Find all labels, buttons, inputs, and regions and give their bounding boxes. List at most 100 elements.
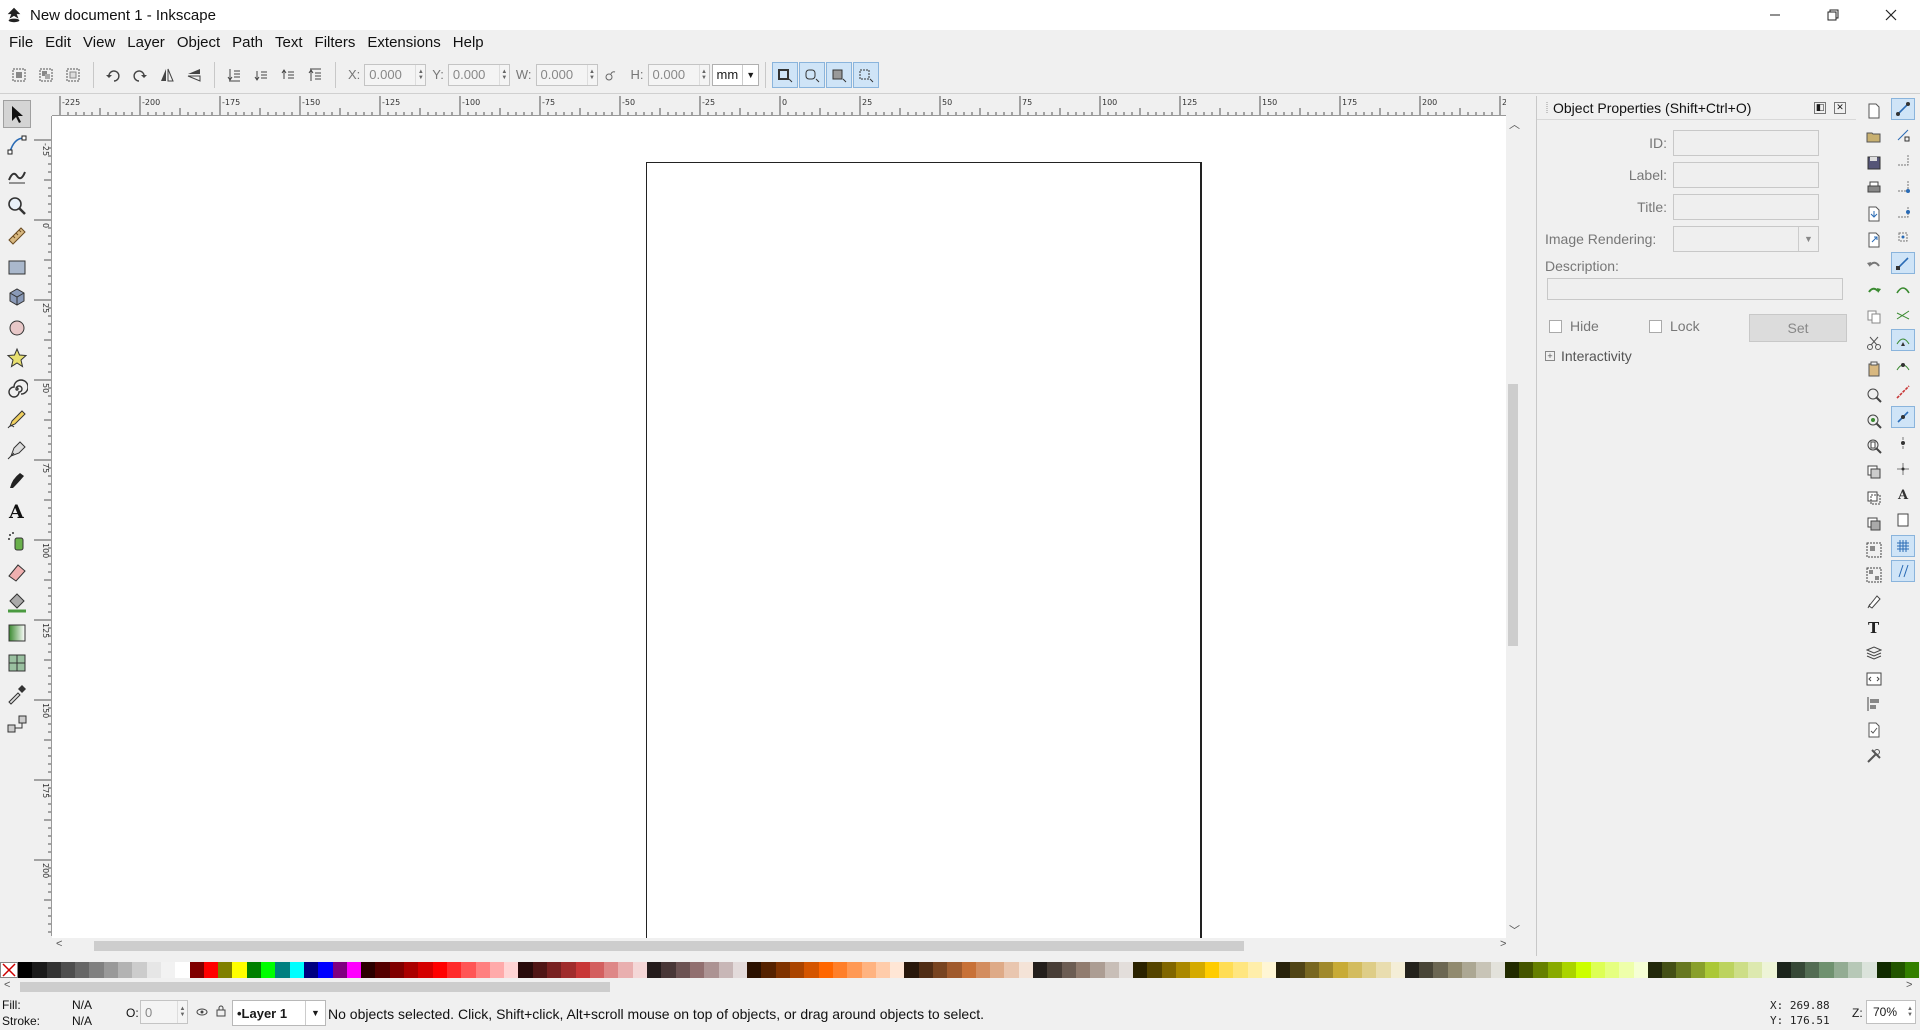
color-swatch[interactable] [975, 962, 991, 978]
scroll-down-icon[interactable]: ﹀ [1509, 922, 1520, 938]
snap-object-center-button[interactable] [1891, 432, 1915, 454]
color-swatch[interactable] [146, 962, 161, 978]
color-swatch[interactable] [718, 962, 733, 978]
scroll-right-icon[interactable]: > [1500, 938, 1506, 950]
color-swatch[interactable] [275, 962, 290, 978]
snap-bbox-center-button[interactable] [1891, 226, 1915, 248]
scale-patterns-toggle[interactable] [853, 61, 880, 88]
interactivity-expander[interactable]: + Interactivity [1545, 348, 1632, 364]
snap-grids-button[interactable] [1891, 534, 1915, 557]
y-stepper[interactable]: ▲▼ [447, 63, 510, 86]
color-swatch[interactable] [361, 962, 376, 978]
menu-filters[interactable]: Filters [310, 32, 361, 53]
color-swatch[interactable] [175, 962, 190, 978]
snap-others-button[interactable] [1891, 406, 1915, 429]
menu-object[interactable]: Object [172, 32, 225, 53]
redo-button[interactable] [1863, 281, 1885, 303]
menu-path[interactable]: Path [227, 32, 268, 53]
undo-button[interactable] [1863, 255, 1885, 277]
snap-nodes-button[interactable] [1891, 252, 1915, 275]
color-swatch[interactable] [1519, 962, 1534, 978]
no-paint-swatch[interactable] [0, 962, 18, 978]
color-swatch[interactable] [890, 962, 905, 978]
menu-help[interactable]: Help [448, 32, 489, 53]
menu-text[interactable]: Text [270, 32, 308, 53]
color-swatch[interactable] [632, 962, 648, 978]
color-swatch[interactable] [1676, 962, 1691, 978]
color-swatch[interactable] [1476, 962, 1491, 978]
horizontal-ruler[interactable]: -225 -200 -175 -150 -125 -100 -75 -50 -25 0 25 50 75… [52, 96, 1506, 116]
color-swatch[interactable] [1562, 962, 1577, 978]
lower-to-bottom-button[interactable] [221, 62, 247, 88]
color-swatch[interactable] [1876, 962, 1891, 978]
color-swatch[interactable] [346, 962, 362, 978]
color-swatch[interactable] [1204, 962, 1219, 978]
horizontal-scroll-thumb[interactable] [94, 941, 1244, 951]
zoom-spin-arrows[interactable]: ▲ ▼ [1905, 1001, 1915, 1023]
snap-bbox-edge-button[interactable] [1891, 149, 1915, 171]
color-swatch[interactable] [1247, 962, 1262, 978]
scroll-up-icon[interactable]: ︿ [1509, 116, 1520, 132]
save-button[interactable] [1863, 152, 1885, 174]
color-swatch[interactable] [1604, 962, 1620, 978]
color-swatch[interactable] [203, 962, 219, 978]
palette-scroll-thumb[interactable] [20, 982, 610, 992]
color-swatch[interactable] [189, 962, 204, 978]
color-swatch[interactable] [661, 962, 676, 978]
color-swatch[interactable] [832, 962, 848, 978]
palette-scrollbar[interactable]: < > [0, 979, 1920, 994]
color-swatch[interactable] [1047, 962, 1062, 978]
unlink-clone-button[interactable] [1863, 513, 1885, 535]
color-swatch[interactable] [32, 962, 47, 978]
color-swatch[interactable] [318, 962, 333, 978]
color-swatch[interactable] [132, 962, 147, 978]
select-all-layers-button[interactable] [33, 62, 59, 88]
lock-checkbox[interactable] [1649, 319, 1662, 333]
mesh-tool[interactable] [3, 649, 31, 677]
menu-extensions[interactable]: Extensions [362, 32, 445, 53]
color-swatch[interactable] [1833, 962, 1848, 978]
color-swatch[interactable] [261, 962, 276, 978]
color-swatch[interactable] [1705, 962, 1720, 978]
color-swatch[interactable] [947, 962, 962, 978]
set-button[interactable]: Set [1749, 314, 1847, 342]
color-swatch[interactable] [1304, 962, 1320, 978]
scale-stroke-toggle[interactable] [772, 61, 799, 88]
color-swatch[interactable] [332, 962, 347, 978]
raise-to-top-button[interactable] [302, 62, 328, 88]
color-swatch[interactable] [1147, 962, 1162, 978]
raise-button[interactable] [275, 62, 301, 88]
color-swatch[interactable] [1747, 962, 1763, 978]
snap-cusp-nodes-button[interactable] [1891, 329, 1915, 352]
measure-tool[interactable] [3, 222, 31, 250]
color-swatch[interactable] [289, 962, 304, 978]
snap-paths-button[interactable] [1891, 278, 1915, 300]
connector-tool[interactable] [3, 710, 31, 738]
x-spin-arrows[interactable]: ▲ ▼ [415, 64, 425, 85]
ungroup-button[interactable] [1863, 564, 1885, 586]
snap-bbox-midpoint-button[interactable] [1891, 201, 1915, 223]
color-swatch[interactable] [847, 962, 862, 978]
fill-stroke-button[interactable] [1863, 590, 1885, 612]
palette-scroll-right-icon[interactable]: > [1906, 979, 1912, 991]
zoom-value[interactable]: 70% [1867, 1005, 1905, 1019]
clone-button[interactable] [1863, 487, 1885, 509]
color-swatch[interactable] [1075, 962, 1091, 978]
color-swatch[interactable] [1719, 962, 1734, 978]
h-spin-arrows[interactable]: ▲ ▼ [698, 64, 709, 85]
id-input[interactable] [1673, 130, 1819, 156]
color-swatch[interactable] [704, 962, 719, 978]
color-swatch[interactable] [933, 962, 948, 978]
rotate-cw-button[interactable] [127, 62, 153, 88]
color-swatch[interactable] [790, 962, 805, 978]
color-swatch[interactable] [1004, 962, 1019, 978]
color-swatch[interactable] [1118, 962, 1134, 978]
color-swatch[interactable] [504, 962, 519, 978]
calligraphy-tool[interactable] [3, 466, 31, 494]
color-swatch[interactable] [1419, 962, 1434, 978]
3d-box-tool[interactable] [3, 283, 31, 311]
color-swatch[interactable] [1762, 962, 1777, 978]
color-swatch[interactable] [1161, 962, 1177, 978]
layer-lock-icon[interactable] [216, 1005, 226, 1020]
color-swatch[interactable] [1690, 962, 1706, 978]
